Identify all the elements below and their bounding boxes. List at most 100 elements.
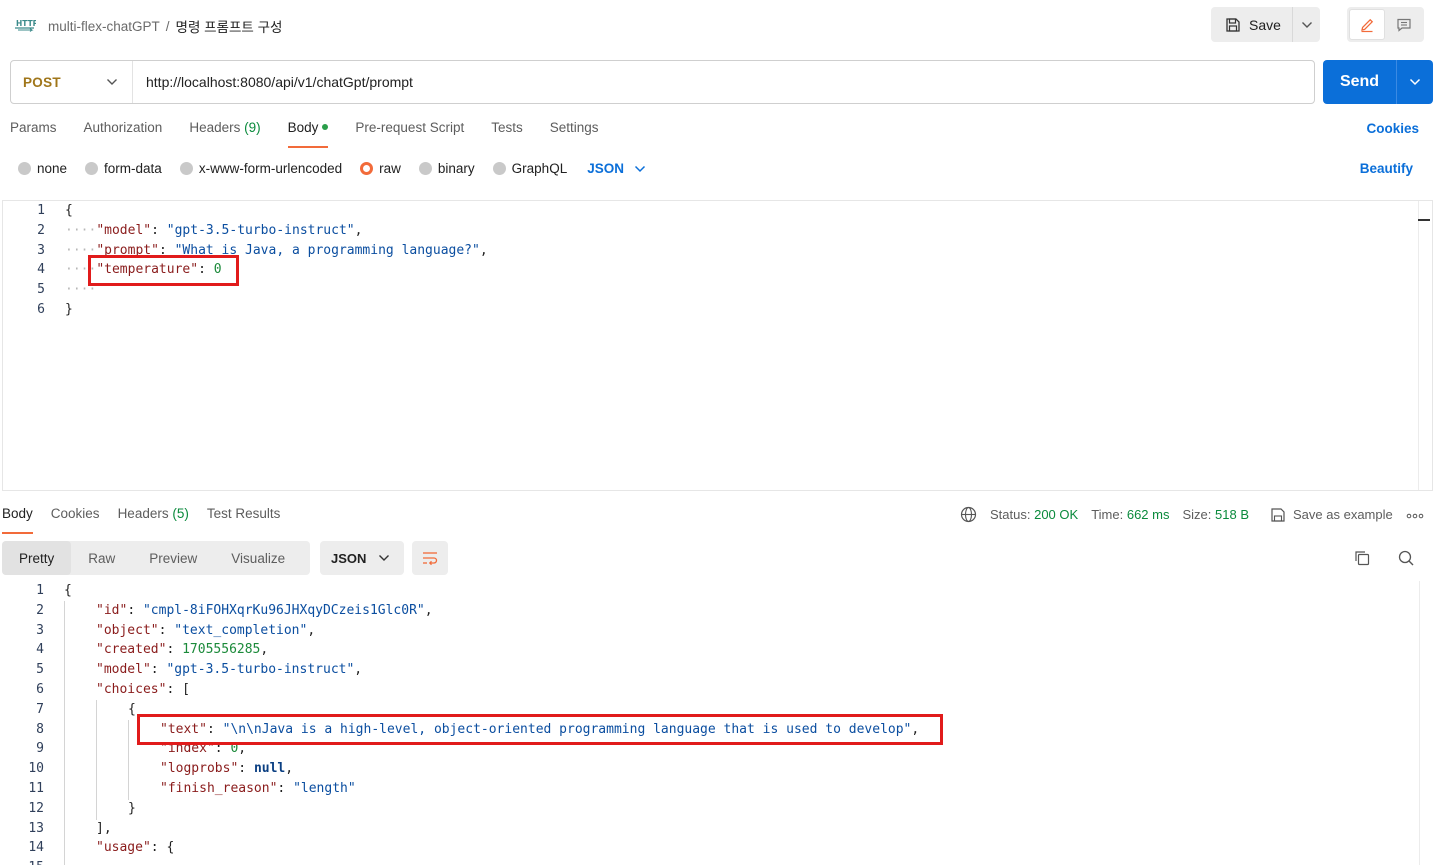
save-options-button[interactable] xyxy=(1293,7,1320,42)
size-label: Size: xyxy=(1182,507,1212,522)
scrollbar[interactable] xyxy=(1419,581,1433,865)
brace: { xyxy=(128,702,136,717)
cookies-link[interactable]: Cookies xyxy=(1366,121,1419,136)
line-number: 15 xyxy=(2,860,44,865)
time-label: Time: xyxy=(1091,507,1124,522)
code-line: { xyxy=(128,702,136,717)
tab-body-label: Body xyxy=(287,120,319,135)
tab-tests[interactable]: Tests xyxy=(491,120,523,148)
tab-response-body[interactable]: Body xyxy=(2,506,33,534)
line-number: 12 xyxy=(28,801,44,816)
radio-raw[interactable]: raw xyxy=(360,161,401,176)
radio-urlencoded[interactable]: x-www-form-urlencoded xyxy=(179,161,343,176)
request-body-editor[interactable]: 1 2 3 4 5 6 { ····"model": "gpt-3.5-turb… xyxy=(2,200,1433,491)
tab-params[interactable]: Params xyxy=(10,120,57,148)
line-number: 2 xyxy=(36,603,44,618)
save-button-group: Save xyxy=(1211,7,1320,42)
line-number: 5 xyxy=(37,282,45,297)
json-null: null xyxy=(253,761,286,776)
url-input[interactable] xyxy=(133,61,1314,103)
breadcrumb-collection[interactable]: multi-flex-chatGPT xyxy=(48,19,160,34)
tab-prerequest-script[interactable]: Pre-request Script xyxy=(355,120,464,148)
code-line: } xyxy=(65,302,73,317)
url-bar: POST xyxy=(10,60,1315,104)
line-number: 14 xyxy=(28,840,44,855)
breadcrumb-separator: / xyxy=(165,18,170,34)
tab-authorization[interactable]: Authorization xyxy=(84,120,163,148)
chevron-down-icon xyxy=(107,79,117,85)
code-line: { xyxy=(64,583,72,598)
tab-body[interactable]: Body xyxy=(287,120,329,148)
json-string: "gpt-3.5-turbo-instruct" xyxy=(166,223,355,238)
body-format-select[interactable]: JSON xyxy=(587,161,646,176)
tab-response-headers[interactable]: Headers (5) xyxy=(118,506,189,534)
body-type-selector: none form-data x-www-form-urlencoded raw… xyxy=(18,161,646,176)
time-info[interactable]: Time: 662 ms xyxy=(1091,507,1169,522)
code-line: "created": 1705556285, xyxy=(96,642,269,657)
radio-none[interactable]: none xyxy=(18,161,67,176)
beautify-link[interactable]: Beautify xyxy=(1360,161,1413,176)
comment-icon xyxy=(1396,18,1411,32)
request-tabs: Params Authorization Headers (9) Body Pr… xyxy=(10,120,599,148)
size-info[interactable]: Size: 518 B xyxy=(1182,507,1249,522)
status-label: Status: xyxy=(990,507,1031,522)
edit-mode-button[interactable] xyxy=(1349,9,1385,40)
tab-response-cookies[interactable]: Cookies xyxy=(51,506,100,534)
view-preview[interactable]: Preview xyxy=(132,541,214,575)
globe-icon[interactable] xyxy=(960,506,977,523)
tab-headers[interactable]: Headers (9) xyxy=(189,120,260,148)
save-button-label: Save xyxy=(1249,16,1281,33)
save-as-example-button[interactable]: Save as example xyxy=(1270,507,1393,523)
line-number: 4 xyxy=(36,642,44,657)
more-options-icon[interactable] xyxy=(1406,507,1424,522)
json-key: "id" xyxy=(96,603,128,618)
send-options-button[interactable] xyxy=(1397,60,1433,104)
request-name[interactable]: 명령 프롬프트 구성 xyxy=(176,16,283,36)
comments-button[interactable] xyxy=(1385,9,1422,40)
scroll-indicator xyxy=(1418,219,1430,221)
radio-graphql[interactable]: GraphQL xyxy=(492,161,568,176)
radio-label: x-www-form-urlencoded xyxy=(198,161,343,176)
line-number: 9 xyxy=(36,741,44,756)
top-bar: HTTP multi-flex-chatGPT / 명령 프롬프트 구성 Sav… xyxy=(0,0,1441,48)
tab-headers-label: Headers xyxy=(189,120,241,135)
tab-label: Headers xyxy=(117,506,169,521)
wrap-lines-icon xyxy=(423,552,438,566)
save-button[interactable]: Save xyxy=(1211,7,1292,42)
response-format-select[interactable]: JSON xyxy=(320,541,404,575)
json-string: "text_completion" xyxy=(174,623,308,638)
view-raw[interactable]: Raw xyxy=(71,541,132,575)
view-visualize[interactable]: Visualize xyxy=(214,541,302,575)
radio-circle xyxy=(179,162,193,175)
radio-circle xyxy=(418,162,432,175)
code-line: "usage": { xyxy=(96,840,175,855)
code-line: ····"model": "gpt-3.5-turbo-instruct", xyxy=(65,223,363,238)
radio-circle-selected xyxy=(360,162,374,175)
code-line: "id": "cmpl-8iFOHXqrKu96JHXqyDCzeis1Glc0… xyxy=(96,603,433,618)
tab-test-results[interactable]: Test Results xyxy=(207,506,281,534)
send-button[interactable]: Send xyxy=(1323,60,1396,104)
send-button-group: Send xyxy=(1323,60,1433,104)
copy-icon[interactable] xyxy=(1353,549,1371,567)
response-body-viewer[interactable]: 1 2 3 4 5 6 7 8 9 10 11 12 13 14 15 { "i… xyxy=(2,581,1433,865)
radio-label: GraphQL xyxy=(511,161,568,176)
method-select[interactable]: POST xyxy=(11,61,133,103)
chevron-down-icon xyxy=(1301,21,1312,28)
highlight-annotation xyxy=(137,714,943,745)
radio-form-data[interactable]: form-data xyxy=(85,161,162,176)
scrollbar[interactable] xyxy=(1418,201,1432,490)
json-key: "created" xyxy=(96,642,167,657)
bracket: [ xyxy=(182,682,190,697)
code-line: "choices": [ xyxy=(96,682,190,697)
json-key: "logprobs" xyxy=(160,761,239,776)
search-icon[interactable] xyxy=(1397,549,1415,567)
radio-binary[interactable]: binary xyxy=(418,161,475,176)
save-as-example-label: Save as example xyxy=(1293,507,1393,522)
status-info[interactable]: Status: 200 OK xyxy=(990,507,1078,522)
view-pretty[interactable]: Pretty xyxy=(2,541,72,575)
wrap-lines-button[interactable] xyxy=(412,541,448,575)
brace: } xyxy=(65,302,73,317)
tab-settings[interactable]: Settings xyxy=(550,120,599,148)
radio-circle xyxy=(492,162,506,175)
response-format-label: JSON xyxy=(331,550,367,566)
